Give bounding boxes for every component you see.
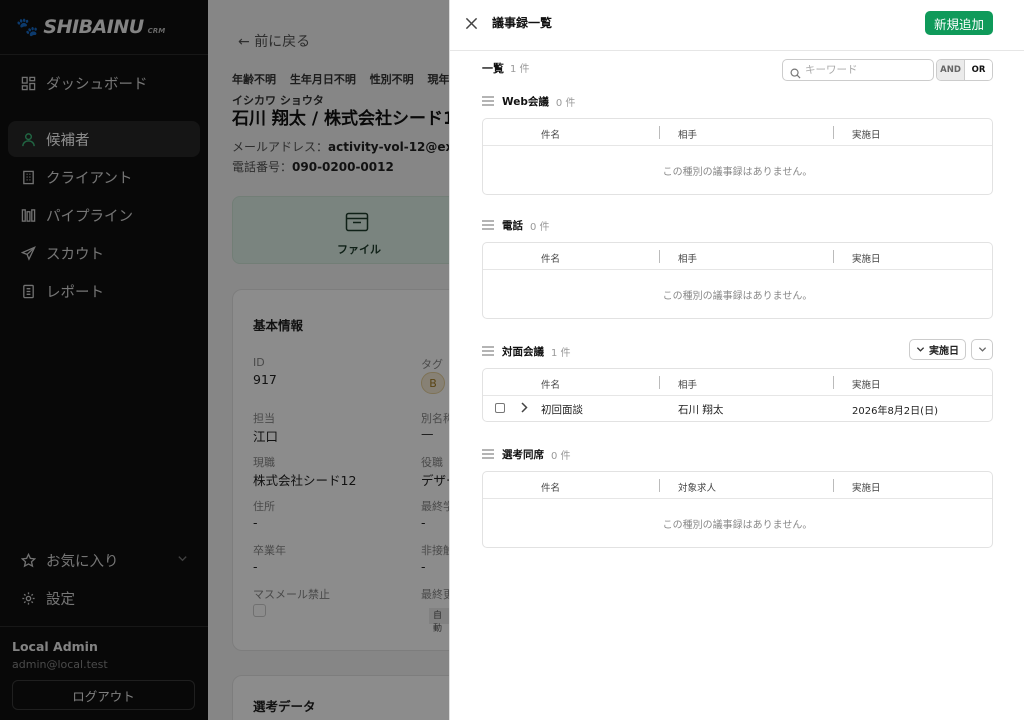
col-date[interactable]: 実施日 xyxy=(852,480,881,494)
section-count: 0 件 xyxy=(555,97,576,109)
col-partner[interactable]: 相手 xyxy=(678,377,697,391)
keyword-search xyxy=(782,59,934,81)
minutes-table: 件名 相手 実施日 初回面談 石川 翔太 2026年8月2日(日) xyxy=(482,368,993,422)
search-input[interactable] xyxy=(805,61,929,79)
section-phone: 電話 0 件 件名 相手 実施日 この種別の議事録はありません。 xyxy=(482,215,993,319)
add-new-button[interactable]: 新規追加 xyxy=(925,11,993,35)
row-date: 2026年8月2日(日) xyxy=(852,406,938,417)
section-interview-attendance: 選考同席 0 件 件名 対象求人 実施日 この種別の議事録はありません。 xyxy=(482,444,993,548)
minutes-table: 件名 対象求人 実施日 この種別の議事録はありません。 xyxy=(482,471,993,548)
section-title: Web会議 xyxy=(502,95,549,108)
list-label: 一覧 xyxy=(482,62,504,75)
col-target-job[interactable]: 対象求人 xyxy=(678,480,716,494)
col-date[interactable]: 実施日 xyxy=(852,251,881,265)
drawer-title: 議事録一覧 xyxy=(492,16,553,30)
chevron-down-icon xyxy=(978,347,986,352)
table-header: 件名 相手 実施日 xyxy=(483,119,992,146)
sort-order-button[interactable] xyxy=(971,339,993,360)
list-header: 一覧 1 件 xyxy=(482,60,530,76)
section-in-person: 対面会議 1 件 実施日 件名 相手 実施日 初回面談 石川 翔太 2026年8… xyxy=(482,339,993,422)
row-partner: 石川 翔太 xyxy=(678,404,724,416)
minutes-table: 件名 相手 実施日 この種別の議事録はありません。 xyxy=(482,118,993,195)
sort-field-label: 実施日 xyxy=(929,346,959,357)
col-partner[interactable]: 相手 xyxy=(678,127,697,141)
modal-backdrop[interactable] xyxy=(0,0,449,720)
col-partner[interactable]: 相手 xyxy=(678,251,697,265)
and-or-toggle: AND OR xyxy=(936,59,993,81)
and-toggle[interactable]: AND xyxy=(937,60,965,80)
table-header: 件名 相手 実施日 xyxy=(483,369,992,396)
section-web-meeting: Web会議 0 件 件名 相手 実施日 この種別の議事録はありません。 xyxy=(482,91,993,195)
minutes-table: 件名 相手 実施日 この種別の議事録はありません。 xyxy=(482,242,993,319)
section-count: 0 件 xyxy=(551,450,571,462)
drag-handle-icon[interactable] xyxy=(482,96,494,106)
section-title: 対面会議 xyxy=(502,345,544,358)
section-count: 0 件 xyxy=(530,221,550,233)
chevron-down-icon xyxy=(916,347,925,352)
col-subject[interactable]: 件名 xyxy=(541,251,560,265)
empty-message: この種別の議事録はありません。 xyxy=(662,519,813,531)
section-title: 電話 xyxy=(502,219,523,232)
section-count: 1 件 xyxy=(551,347,571,359)
empty-message: この種別の議事録はありません。 xyxy=(662,166,813,178)
drawer-header: 議事録一覧 新規追加 xyxy=(450,0,1024,51)
col-date[interactable]: 実施日 xyxy=(852,377,881,391)
table-row[interactable]: 初回面談 石川 翔太 2026年8月2日(日) xyxy=(483,396,992,421)
drag-handle-icon[interactable] xyxy=(482,220,494,230)
list-count: 1 件 xyxy=(510,64,530,75)
empty-message: この種別の議事録はありません。 xyxy=(662,290,813,302)
col-subject[interactable]: 件名 xyxy=(541,480,560,494)
col-subject[interactable]: 件名 xyxy=(541,377,560,391)
sort-field-button[interactable]: 実施日 xyxy=(909,339,966,360)
table-header: 件名 対象求人 実施日 xyxy=(483,472,992,499)
close-icon[interactable] xyxy=(462,14,480,32)
minutes-drawer: 議事録一覧 新規追加 一覧 1 件 AND OR Web会議 0 件 件名 相手 xyxy=(449,0,1024,720)
table-header: 件名 相手 実施日 xyxy=(483,243,992,270)
section-title: 選考同席 xyxy=(502,448,544,461)
or-toggle[interactable]: OR xyxy=(965,60,992,80)
chevron-right-icon[interactable] xyxy=(520,402,529,416)
drag-handle-icon[interactable] xyxy=(482,449,494,459)
row-subject[interactable]: 初回面談 xyxy=(541,402,583,417)
drag-handle-icon[interactable] xyxy=(482,346,494,356)
search-icon xyxy=(790,64,801,83)
col-date[interactable]: 実施日 xyxy=(852,127,881,141)
row-checkbox[interactable] xyxy=(495,403,505,413)
col-subject[interactable]: 件名 xyxy=(541,127,560,141)
